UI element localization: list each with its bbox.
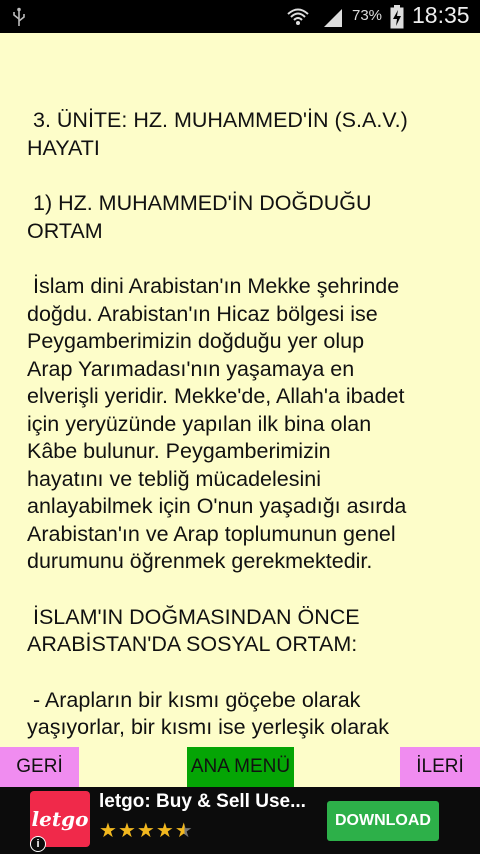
wifi-icon — [287, 8, 309, 25]
next-button[interactable]: İLERİ — [400, 747, 480, 787]
download-button[interactable]: DOWNLOAD — [327, 801, 439, 841]
section-title: 1) HZ. MUHAMMED'İN DOĞDUĞU ORTAM — [27, 191, 372, 243]
usb-icon — [13, 7, 25, 26]
signal-icon — [324, 9, 342, 27]
star-icon: ★ — [155, 818, 175, 842]
rating-stars: ★★★★★ — [99, 818, 194, 842]
star-icon: ★ — [99, 818, 118, 842]
battery-percent: 73% — [352, 7, 383, 24]
lesson-content[interactable]: 3. ÜNİTE: HZ. MUHAMMED'İN (S.A.V.) HAYAT… — [0, 33, 480, 747]
status-clock: 18:35 — [412, 2, 470, 28]
battery-charging-icon — [390, 5, 404, 29]
nav-bar: GERİ ANA MENÜ İLERİ — [0, 747, 480, 787]
body-paragraph: - Arapların bir kısmı göçebe olarak yaşı… — [27, 687, 390, 740]
ad-banner[interactable]: letgo letgo: Buy & Sell Use... ★★★★★ DOW… — [0, 787, 480, 854]
star-icon: ★ — [136, 818, 156, 842]
body-paragraph: İslam dini Arabistan'ın Mekke şehrinde d… — [27, 274, 407, 573]
back-button[interactable]: GERİ — [0, 747, 79, 787]
unit-title: 3. ÜNİTE: HZ. MUHAMMED'İN (S.A.V.) HAYAT… — [27, 108, 408, 160]
ad-info-icon[interactable]: i — [30, 836, 46, 852]
star-icon: ★ — [117, 818, 137, 842]
status-bar: 73% 18:35 — [0, 0, 480, 33]
ad-title: letgo: Buy & Sell Use... — [99, 791, 306, 812]
subsection-title: İSLAM'IN DOĞMASINDAN ÖNCE ARABİSTAN'DA S… — [27, 604, 360, 657]
half-star-icon: ★ — [174, 818, 194, 842]
main-menu-button[interactable]: ANA MENÜ — [187, 747, 294, 787]
